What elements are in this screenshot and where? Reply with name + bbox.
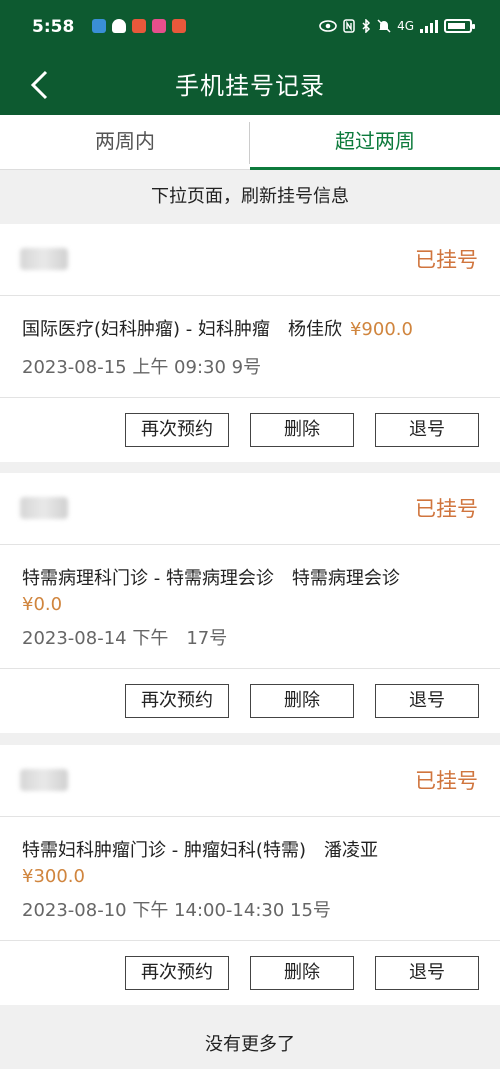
- no-more-footer: 没有更多了: [205, 1034, 295, 1055]
- record-title: 特需病理科门诊 - 特需病理会诊 特需病理会诊: [22, 568, 400, 589]
- record-time: 2023-08-14 下午 17号: [22, 628, 228, 649]
- status-badge: 已挂号: [415, 248, 478, 272]
- status-bar: 5:58 4G: [0, 0, 500, 56]
- cancel-registration-button[interactable]: 退号: [375, 413, 479, 447]
- top-bar: 5:58 4G 手机挂号记录: [0, 0, 500, 115]
- record-title: 特需妇科肿瘤门诊 - 肿瘤妇科(特需) 潘凌亚: [22, 840, 378, 861]
- notification-icons: [92, 19, 186, 33]
- blurred-date: [20, 769, 68, 791]
- blurred-date: [20, 248, 68, 270]
- card-body: 国际医疗(妇科肿瘤) - 妇科肿瘤 杨佳欣 ¥900.0 2023-08-15 上…: [0, 296, 500, 398]
- navigation-bar: 手机挂号记录: [0, 56, 500, 115]
- rebook-button[interactable]: 再次预约: [125, 684, 229, 718]
- registration-card: 已挂号 特需病理科门诊 - 特需病理会诊 特需病理会诊 ¥0.0 2023-08…: [0, 473, 500, 733]
- tab-over-two-weeks[interactable]: 超过两周: [250, 115, 500, 170]
- record-title: 国际医疗(妇科肿瘤) - 妇科肿瘤 杨佳欣: [22, 319, 342, 340]
- mute-icon: [377, 19, 391, 33]
- cancel-registration-button[interactable]: 退号: [375, 956, 479, 990]
- bluetooth-icon: [362, 19, 371, 33]
- delete-button[interactable]: 删除: [250, 413, 354, 447]
- status-right: 4G: [319, 19, 475, 33]
- eye-icon: [319, 20, 337, 32]
- card-header: 已挂号: [0, 473, 500, 545]
- status-badge: 已挂号: [415, 497, 478, 521]
- battery-fill: [448, 23, 465, 29]
- nfc-icon: [343, 19, 355, 33]
- rebook-button[interactable]: 再次预约: [125, 956, 229, 990]
- notification-blue-icon: [92, 19, 106, 33]
- record-price: ¥300.0: [22, 866, 85, 887]
- status-time: 5:58: [32, 17, 75, 37]
- card-header: 已挂号: [0, 224, 500, 296]
- card-actions: 再次预约 删除 退号: [0, 669, 500, 733]
- record-time: 2023-08-10 下午 14:00-14:30 15号: [22, 900, 331, 921]
- refresh-hint: 下拉页面，刷新挂号信息: [151, 186, 349, 207]
- card-body: 特需病理科门诊 - 特需病理会诊 特需病理会诊 ¥0.0 2023-08-14 …: [0, 545, 500, 669]
- app-red-icon: [132, 19, 146, 33]
- record-time: 2023-08-15 上午 09:30 9号: [22, 357, 262, 378]
- battery-icon: [444, 19, 475, 33]
- registration-card: 已挂号 国际医疗(妇科肿瘤) - 妇科肿瘤 杨佳欣 ¥900.0 2023-08-…: [0, 224, 500, 462]
- status-badge: 已挂号: [415, 769, 478, 793]
- cancel-registration-button[interactable]: 退号: [375, 684, 479, 718]
- card-actions: 再次预约 删除 退号: [0, 398, 500, 462]
- app-red-icon: [172, 19, 186, 33]
- record-price: ¥900.0: [349, 319, 413, 340]
- app-pink-icon: [152, 19, 166, 33]
- rebook-button[interactable]: 再次预约: [125, 413, 229, 447]
- tab-within-two-weeks[interactable]: 两周内: [0, 115, 250, 169]
- record-price: ¥0.0: [22, 594, 63, 615]
- tab-divider: [249, 122, 250, 164]
- card-actions: 再次预约 删除 退号: [0, 941, 500, 1005]
- card-header: 已挂号: [0, 745, 500, 817]
- delete-button[interactable]: 删除: [250, 684, 354, 718]
- blurred-date: [20, 497, 68, 519]
- delete-button[interactable]: 删除: [250, 956, 354, 990]
- card-body: 特需妇科肿瘤门诊 - 肿瘤妇科(特需) 潘凌亚 ¥300.0 2023-08-1…: [0, 817, 500, 941]
- page-title: 手机挂号记录: [175, 72, 325, 100]
- registration-card: 已挂号 特需妇科肿瘤门诊 - 肿瘤妇科(特需) 潘凌亚 ¥300.0 2023-…: [0, 745, 500, 1005]
- record-title-line: 国际医疗(妇科肿瘤) - 妇科肿瘤 杨佳欣 ¥900.0: [22, 316, 478, 344]
- signal-icon: [420, 19, 438, 33]
- heart-icon: [112, 19, 126, 33]
- tab-bar: 两周内 超过两周: [0, 115, 500, 170]
- network-label: 4G: [397, 19, 414, 33]
